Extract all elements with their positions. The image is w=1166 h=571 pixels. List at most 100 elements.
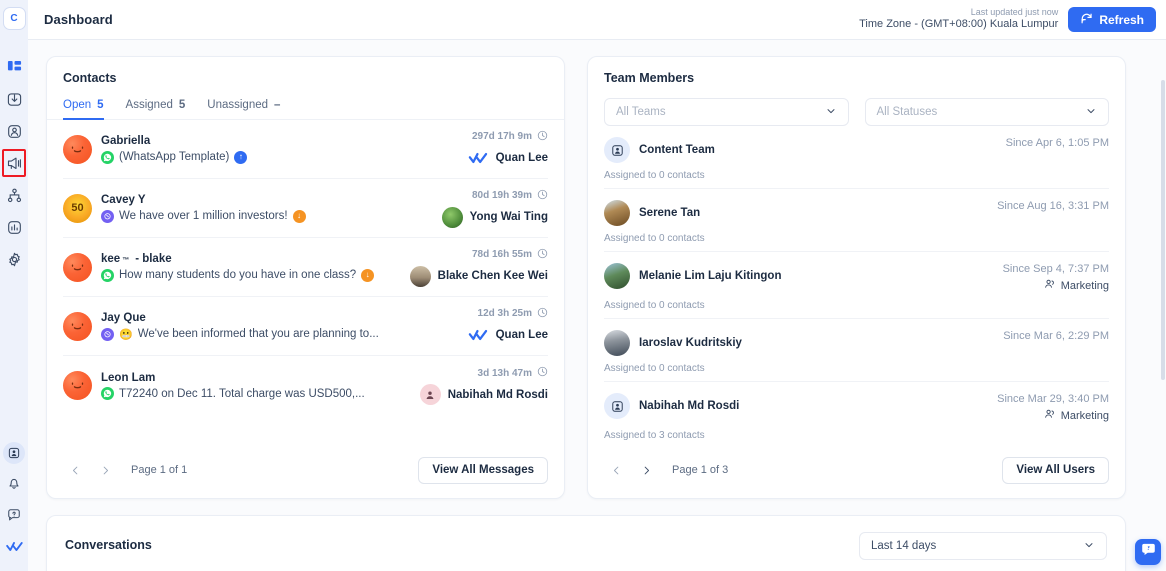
list-item[interactable]: Serene Tan Since Aug 16, 3:31 PM Assigne… bbox=[604, 189, 1109, 252]
view-all-users-button[interactable]: View All Users bbox=[1002, 457, 1109, 484]
table-row[interactable]: 50 Cavey Y bbox=[63, 179, 548, 238]
team-card-head: Team Members bbox=[588, 57, 1125, 85]
team-member-name: Melanie Lim Laju Kitingon bbox=[639, 270, 781, 282]
team-member-team-name: Marketing bbox=[1061, 410, 1109, 422]
tab-open[interactable]: Open 5 bbox=[63, 99, 104, 120]
avatar bbox=[63, 312, 92, 341]
contact-meta: 78d 16h 55m Blake Chen Kee Wei bbox=[410, 248, 548, 287]
sidebar-item-dashboard[interactable] bbox=[0, 51, 28, 83]
contact-message-line: 😬 We've been informed that you are plann… bbox=[101, 328, 379, 341]
teams-filter-select[interactable]: All Teams bbox=[604, 98, 849, 126]
viber-icon bbox=[101, 210, 114, 223]
list-item[interactable]: Iaroslav Kudritskiy Since Mar 6, 2:29 PM… bbox=[604, 319, 1109, 382]
team-row-main: Content Team Since Apr 6, 1:05 PM bbox=[604, 137, 1109, 163]
topbar-right: Last updated just now Time Zone - (GMT+0… bbox=[859, 7, 1156, 32]
clock-icon bbox=[537, 248, 548, 262]
sidebar-item-inbox[interactable] bbox=[0, 83, 28, 115]
date-range-select[interactable]: Last 14 days bbox=[859, 532, 1107, 560]
list-item[interactable]: Content Team Since Apr 6, 1:05 PM Assign… bbox=[604, 126, 1109, 189]
view-all-messages-button[interactable]: View All Messages bbox=[418, 457, 548, 484]
contact-assignee: Quan Lee bbox=[468, 325, 548, 346]
contact-name: Cavey Y bbox=[101, 193, 306, 208]
sidebar-item-reports[interactable] bbox=[0, 211, 28, 243]
sidebar-nav bbox=[0, 51, 28, 275]
timezone-text: Time Zone - (GMT+08:00) Kuala Lumpur bbox=[859, 18, 1058, 32]
list-item[interactable]: Nabihah Md Rosdi Since Mar 29, 3:40 PM bbox=[604, 382, 1109, 442]
contact-meta: 3d 13h 47m Nabihah Md Rosdi bbox=[420, 366, 548, 405]
prev-page-button[interactable] bbox=[604, 458, 628, 482]
contact-assignee: Yong Wai Ting bbox=[442, 207, 548, 228]
contact-name-text: Cavey Y bbox=[101, 193, 146, 208]
chat-support-button[interactable] bbox=[1135, 539, 1161, 565]
contact-meta: 12d 3h 25m Quan Lee bbox=[468, 307, 548, 346]
contact-info: 50 Cavey Y bbox=[63, 193, 306, 223]
sidebar-item-settings[interactable] bbox=[0, 243, 28, 275]
contact-assignee-name: Quan Lee bbox=[496, 329, 548, 341]
contact-info: Gabriella (WhatsApp Template) ↑ bbox=[63, 134, 247, 164]
avatar bbox=[604, 393, 630, 419]
tab-unassigned[interactable]: Unassigned – bbox=[207, 99, 280, 120]
contact-info: kee ™ - blake How many students do yo bbox=[63, 252, 374, 282]
workspace-avatar[interactable]: C bbox=[3, 7, 26, 30]
refresh-button[interactable]: Refresh bbox=[1068, 7, 1156, 32]
contact-info: Jay Que 😬 We've been informed that you a… bbox=[63, 311, 379, 341]
avatar: 50 bbox=[63, 194, 92, 223]
refresh-label: Refresh bbox=[1099, 13, 1144, 27]
tab-assigned[interactable]: Assigned 5 bbox=[126, 99, 186, 120]
contact-time-text: 297d 17h 9m bbox=[472, 131, 532, 142]
team-filters: All Teams All Statuses bbox=[588, 85, 1125, 126]
team-row-main: Nabihah Md Rosdi Since Mar 29, 3:40 PM bbox=[604, 393, 1109, 423]
avatar bbox=[442, 207, 463, 228]
sidebar-item-broadcasts[interactable] bbox=[0, 147, 28, 179]
contact-assignee: Blake Chen Kee Wei bbox=[410, 266, 548, 287]
next-page-button[interactable] bbox=[93, 458, 117, 482]
sidebar-item-help[interactable] bbox=[0, 501, 28, 533]
contact-info: Leon Lam T72240 on Dec 11. Total charge … bbox=[63, 371, 365, 401]
team-pagination: Page 1 of 3 bbox=[604, 458, 728, 482]
sidebar-bottom bbox=[0, 437, 28, 565]
team-member-assigned: Assigned to 0 contacts bbox=[604, 233, 1109, 244]
whatsapp-icon bbox=[101, 269, 114, 282]
team-member-team-name: Marketing bbox=[1061, 280, 1109, 292]
team-member-info: Serene Tan bbox=[604, 200, 700, 226]
question-chat-icon bbox=[1141, 542, 1156, 562]
sidebar: C bbox=[0, 0, 28, 571]
contact-message: T72240 on Dec 11. Total charge was USD50… bbox=[119, 388, 365, 400]
contact-assignee-name: Nabihah Md Rosdi bbox=[448, 389, 548, 401]
avatar bbox=[420, 384, 441, 405]
avatar bbox=[604, 263, 630, 289]
table-row[interactable]: Leon Lam T72240 on Dec 11. Total charge … bbox=[63, 356, 548, 415]
prev-page-button[interactable] bbox=[63, 458, 87, 482]
team-member-meta: Since Sep 4, 7:37 PM Ma bbox=[1003, 263, 1109, 293]
team-member-assigned: Assigned to 3 contacts bbox=[604, 430, 1109, 441]
contact-assignee-name: Yong Wai Ting bbox=[470, 211, 548, 223]
table-row[interactable]: Gabriella (WhatsApp Template) ↑ bbox=[63, 120, 548, 179]
scrollbar-thumb[interactable] bbox=[1161, 80, 1165, 380]
team-group-icon bbox=[1044, 278, 1056, 293]
sidebar-item-profile[interactable] bbox=[0, 437, 28, 469]
team-member-meta: Since Apr 6, 1:05 PM bbox=[1006, 137, 1109, 149]
team-member-team: Marketing bbox=[1003, 278, 1109, 293]
contact-time: 3d 13h 47m bbox=[478, 366, 548, 380]
tab-open-count: 5 bbox=[97, 99, 103, 111]
contact-text: kee ™ - blake How many students do yo bbox=[101, 252, 374, 282]
contact-assignee-name: Blake Chen Kee Wei bbox=[438, 270, 548, 282]
next-page-button[interactable] bbox=[634, 458, 658, 482]
tab-unassigned-label: Unassigned bbox=[207, 99, 268, 111]
scrollbar[interactable] bbox=[1161, 80, 1165, 571]
sidebar-item-workflows[interactable] bbox=[0, 179, 28, 211]
statuses-filter-select[interactable]: All Statuses bbox=[865, 98, 1110, 126]
app-root: C bbox=[0, 0, 1166, 571]
table-row[interactable]: Jay Que 😬 We've been informed that you a… bbox=[63, 297, 548, 356]
list-item[interactable]: Melanie Lim Laju Kitingon Since Sep 4, 7… bbox=[604, 252, 1109, 319]
sidebar-logo[interactable] bbox=[0, 533, 28, 565]
table-row[interactable]: kee ™ - blake How many students do yo bbox=[63, 238, 548, 297]
contact-time-text: 80d 19h 39m bbox=[472, 190, 532, 201]
team-row-main: Melanie Lim Laju Kitingon Since Sep 4, 7… bbox=[604, 263, 1109, 293]
contact-time-text: 78d 16h 55m bbox=[472, 249, 532, 260]
sidebar-item-contacts[interactable] bbox=[0, 115, 28, 147]
sidebar-item-notifications[interactable] bbox=[0, 469, 28, 501]
last-updated-text: Last updated just now bbox=[859, 7, 1058, 18]
viber-icon bbox=[101, 328, 114, 341]
contact-name: kee ™ - blake bbox=[101, 252, 374, 267]
